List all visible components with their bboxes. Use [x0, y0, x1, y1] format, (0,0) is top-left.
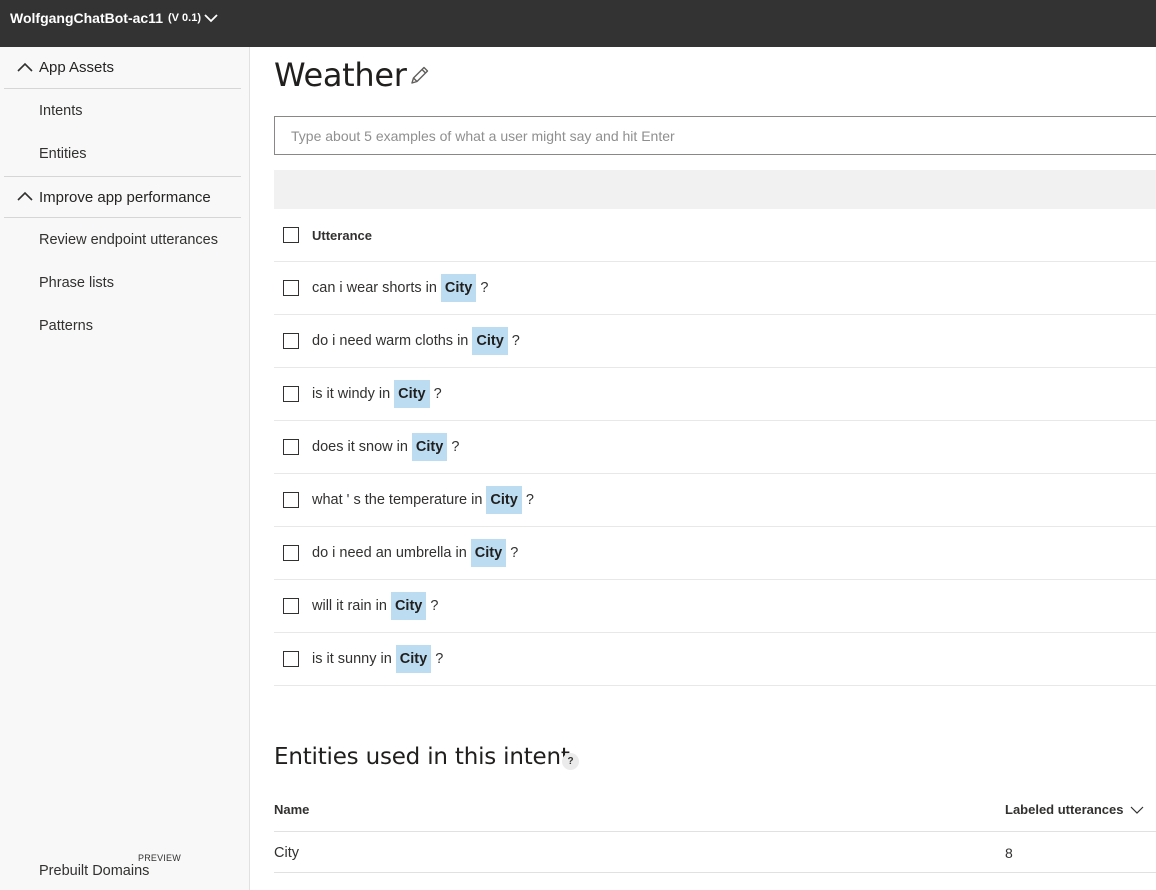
row-checkbox[interactable] — [283, 598, 299, 614]
utterance-table: Utterance can i wear shorts in City? do i … — [274, 210, 1156, 686]
utterance-toolbar — [274, 170, 1156, 209]
help-icon[interactable]: ? — [562, 753, 579, 770]
entity-name[interactable]: City — [274, 845, 299, 861]
table-row[interactable]: what ' s the temperature in City? — [274, 474, 1156, 527]
chevron-up-icon — [17, 191, 33, 201]
sidebar-item-patterns[interactable]: Patterns — [39, 318, 93, 334]
utterance-text-after: ? — [511, 333, 520, 349]
labeled-utterances-label: Labeled utterances — [1005, 802, 1124, 817]
table-row[interactable]: do i need warm cloths in City? — [274, 315, 1156, 368]
utterance-text-after: ? — [510, 545, 519, 561]
chevron-down-icon — [1130, 806, 1143, 814]
utterance-text-after: ? — [433, 386, 442, 402]
entities-table-header: Name Labeled utterances — [274, 787, 1156, 832]
row-checkbox[interactable] — [283, 333, 299, 349]
entity-row[interactable]: City 8 — [274, 832, 1156, 873]
sidebar-item-review-endpoint-utterances[interactable]: Review endpoint utterances — [39, 232, 218, 248]
entity-label-chip[interactable]: City — [440, 274, 477, 302]
sidebar-item-intents[interactable]: Intents — [39, 103, 83, 119]
table-row[interactable]: does it snow in City? — [274, 421, 1156, 474]
table-row[interactable]: do i need an umbrella in City? — [274, 527, 1156, 580]
entities-table: Name Labeled utterances City 8 — [274, 787, 1156, 873]
entity-label-chip[interactable]: City — [394, 380, 430, 408]
sidebar-item-prebuilt-domains[interactable]: Prebuilt Domains — [39, 863, 149, 879]
utterance-text-before: do i need an umbrella in — [312, 545, 467, 561]
utterance-text: can i wear shorts in City? — [312, 274, 488, 302]
utterance-text-before: does it snow in — [312, 439, 408, 455]
table-row[interactable]: can i wear shorts in City? — [274, 262, 1156, 315]
utterance-input[interactable] — [274, 116, 1156, 155]
utterance-text: will it rain in City? — [312, 592, 438, 620]
row-checkbox[interactable] — [283, 651, 299, 667]
row-checkbox[interactable] — [283, 492, 299, 508]
preview-badge: PREVIEW — [138, 853, 181, 863]
section-header-improve-performance[interactable]: Improve app performance — [4, 176, 241, 218]
entity-label-chip[interactable]: City — [411, 433, 448, 461]
page-title: Weather — [274, 56, 407, 94]
utterance-text-after: ? — [430, 598, 439, 614]
row-checkbox[interactable] — [283, 386, 299, 402]
row-checkbox[interactable] — [283, 439, 299, 455]
entity-label-chip[interactable]: City — [486, 486, 522, 514]
table-row[interactable]: will it rain in City? — [274, 580, 1156, 633]
sidebar-item-phrase-lists[interactable]: Phrase lists — [39, 275, 114, 291]
row-checkbox[interactable] — [283, 280, 299, 296]
app-switcher[interactable]: WolfgangChatBot-ac11 (V 0.1) — [10, 10, 219, 26]
entity-labeled-count: 8 — [1005, 845, 1013, 861]
sidebar-item-entities[interactable]: Entities — [39, 146, 87, 162]
utterance-column-header: Utterance — [312, 228, 372, 243]
entity-label-chip[interactable]: City — [390, 592, 427, 620]
utterance-text: do i need an umbrella in City? — [312, 539, 518, 567]
section-label: App Assets — [39, 59, 115, 76]
utterance-text-before: is it windy in — [312, 386, 391, 402]
top-bar: WolfgangChatBot-ac11 (V 0.1) — [0, 0, 1156, 47]
table-row[interactable]: is it windy in City? — [274, 368, 1156, 421]
utterance-text-before: what ' s the temperature in — [312, 492, 483, 508]
utterance-text-after: ? — [525, 492, 534, 508]
table-row[interactable]: is it sunny in City? — [274, 633, 1156, 686]
sidebar: App Assets Intents Entities Improve app … — [0, 47, 250, 890]
main-content: Weather Utterance can i wear shorts inCi… — [250, 47, 1156, 890]
chevron-down-icon — [204, 14, 218, 23]
app-version: (V 0.1) — [167, 12, 201, 24]
entity-label-chip[interactable]: City — [395, 645, 432, 673]
utterance-text: does it snow in City? — [312, 433, 459, 461]
utterance-text-after: ? — [480, 280, 489, 296]
utterance-text: what ' s the temperature in City? — [312, 486, 534, 514]
entity-label-chip[interactable]: City — [470, 539, 507, 567]
utterance-text-before: can i wear shorts in — [312, 280, 437, 296]
utterance-text-before: do i need warm cloths in — [312, 333, 469, 349]
name-column-header: Name — [274, 802, 310, 817]
utterance-text: is it sunny in City? — [312, 645, 443, 673]
utterance-text-after: ? — [435, 651, 444, 667]
pencil-icon[interactable] — [408, 63, 432, 87]
chevron-up-icon — [17, 62, 33, 72]
table-header: Utterance — [274, 210, 1156, 262]
utterance-text-before: will it rain in — [312, 598, 387, 614]
section-header-app-assets[interactable]: App Assets — [4, 47, 241, 89]
entity-label-chip[interactable]: City — [472, 327, 508, 355]
utterance-text: do i need warm cloths in City? — [312, 327, 520, 355]
utterance-text-after: ? — [451, 439, 460, 455]
row-checkbox[interactable] — [283, 545, 299, 561]
app-name: WolfgangChatBot-ac11 — [10, 10, 163, 26]
utterance-text: is it windy in City? — [312, 380, 442, 408]
entities-section-title: Entities used in this intent — [274, 744, 570, 770]
select-all-checkbox[interactable] — [283, 226, 299, 243]
utterance-text-before: is it sunny in — [312, 651, 392, 667]
labeled-utterances-column-header[interactable]: Labeled utterances — [1005, 802, 1144, 817]
section-label: Improve app performance — [39, 188, 211, 206]
